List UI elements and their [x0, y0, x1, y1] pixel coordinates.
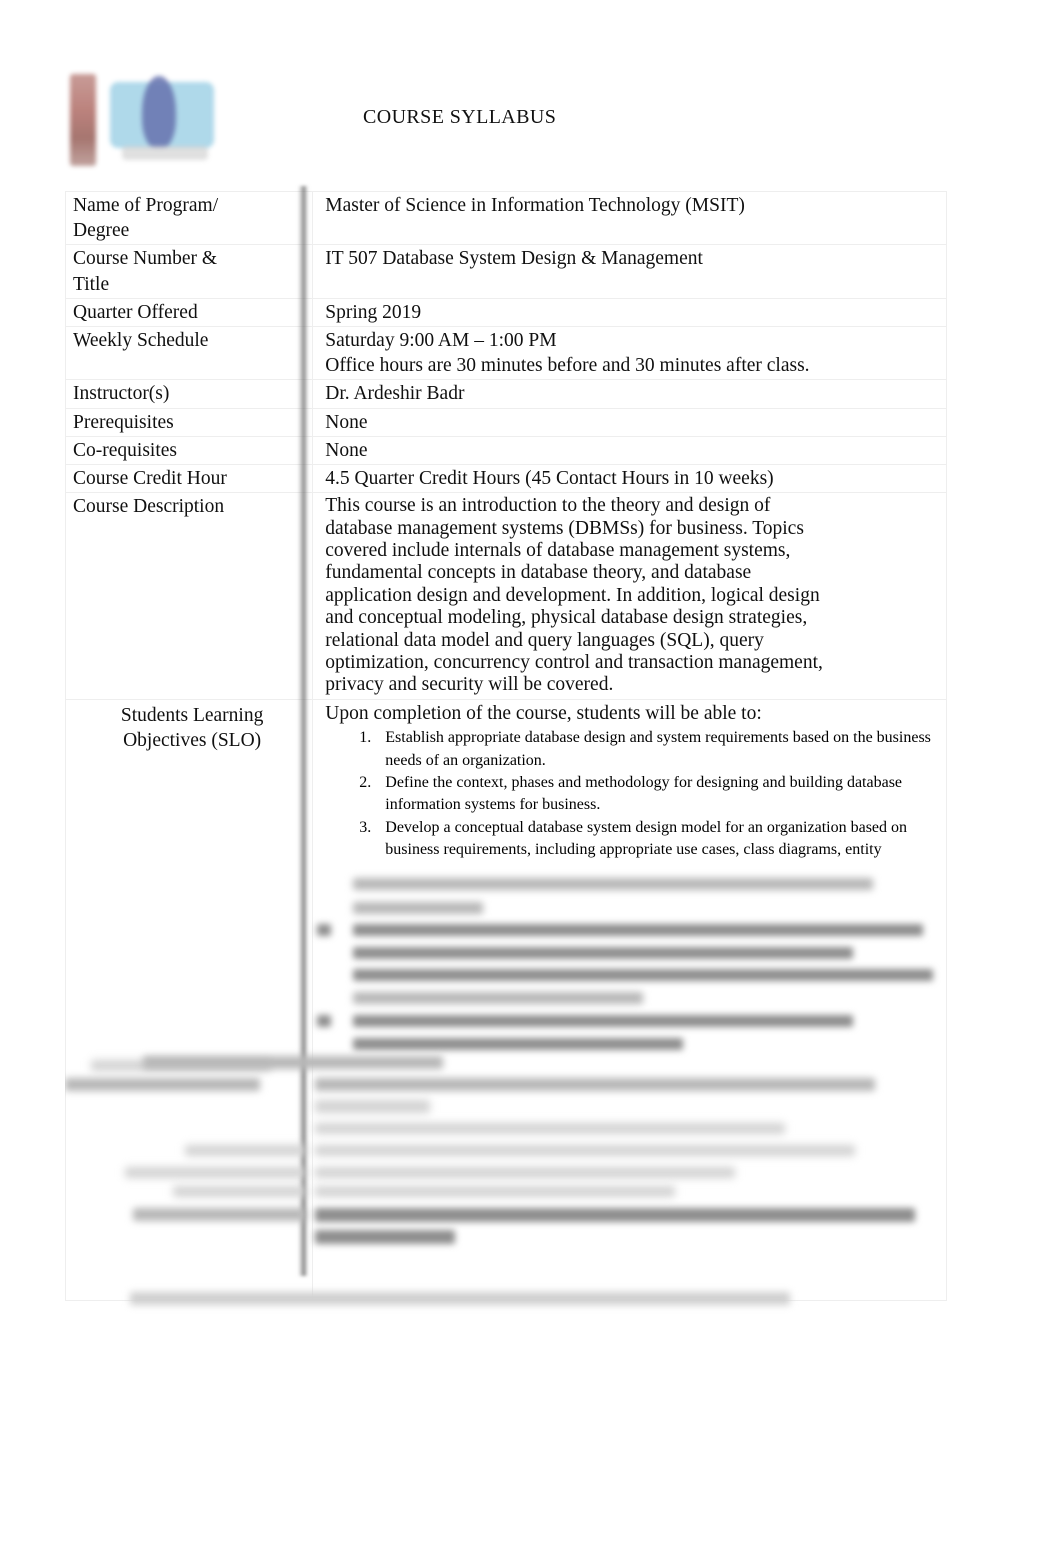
row-value-cell-program: Master of Science in Information Technol…: [312, 190, 947, 246]
row-label-program-line1: Name of Program/: [73, 195, 219, 216]
table-row: Quarter Offered Spring 2019: [64, 297, 947, 328]
table-row: Course Description This course is an int…: [64, 492, 947, 700]
document-header: COURSE SYLLABUS: [0, 0, 1062, 185]
table-row: Prerequisites None: [64, 407, 947, 437]
footer-note-blurred: [130, 1292, 790, 1305]
row-value-course-number: IT 507 Database System Design & Manageme…: [325, 248, 703, 270]
row-value-cell-slo: Upon completion of the course, students …: [312, 698, 947, 1301]
row-value-cell-corequisites: None: [312, 435, 947, 466]
row-label-cell-quarter: Quarter Offered: [64, 297, 314, 328]
row-value-cell-schedule: Saturday 9:00 AM – 1:00 PM Office hours …: [312, 326, 947, 381]
logo-blob-c-shape: [122, 146, 208, 160]
row-value-credit-hour: 4.5 Quarter Credit Hours (45 Contact Hou…: [325, 468, 774, 490]
list-item: Establish appropriate database design an…: [375, 727, 946, 772]
table-row: Course Credit Hour 4.5 Quarter Credit Ho…: [64, 464, 947, 494]
row-label-slo-line1: Students Learning: [120, 704, 264, 726]
row-label-cell-prerequisites: Prerequisites: [64, 407, 314, 437]
row-label-prerequisites: Prerequisites: [73, 411, 174, 433]
row-value-quarter: Spring 2019: [325, 301, 422, 323]
row-label-cell-slo: Students Learning Objectives (SLO): [64, 698, 314, 1301]
row-label-cell-instructor: Instructor(s): [64, 379, 314, 409]
list-item: Define the context, phases and methodolo…: [375, 772, 946, 817]
row-label-cell-description: Course Description: [64, 492, 314, 700]
row-label-credit-hour: Course Credit Hour: [73, 468, 227, 490]
logo-blob-b-shape: [142, 76, 176, 148]
table-row: Course Number & Title IT 507 Database Sy…: [64, 244, 947, 299]
row-value-cell-course-number: IT 507 Database System Design & Manageme…: [312, 244, 947, 299]
document-page: COURSE SYLLABUS Name of Program/ Degree …: [0, 0, 1062, 1556]
row-value-cell-prerequisites: None: [312, 407, 947, 437]
slo-intro: Upon completion of the course, students …: [325, 702, 762, 724]
row-value-cell-quarter: Spring 2019: [312, 297, 947, 328]
row-value-corequisites: None: [325, 439, 368, 461]
row-label-program-line2: Degree: [73, 220, 130, 242]
row-label-cell-program: Name of Program/ Degree: [64, 190, 314, 246]
row-label-cell-course-number: Course Number & Title: [64, 244, 314, 299]
row-label-slo-line2: Objectives (SLO): [123, 730, 262, 752]
row-label-course-number-line1: Course Number &: [73, 248, 218, 270]
row-value-program: Master of Science in Information Technol…: [325, 195, 745, 216]
table-row-slo: Students Learning Objectives (SLO) Upon …: [64, 698, 947, 1301]
institution-logo-icon: [62, 68, 232, 168]
table-row: Instructor(s) Dr. Ardeshir Badr: [64, 379, 947, 409]
row-label-instructor: Instructor(s): [73, 383, 170, 405]
table-row: Name of Program/ Degree Master of Scienc…: [64, 190, 947, 246]
row-value-cell-description: This course is an introduction to the th…: [312, 492, 947, 700]
page-title: COURSE SYLLABUS: [363, 106, 557, 128]
row-label-corequisites: Co-requisites: [73, 439, 177, 461]
row-value-cell-credit-hour: 4.5 Quarter Credit Hours (45 Contact Hou…: [312, 464, 947, 494]
row-label-quarter: Quarter Offered: [73, 301, 198, 323]
syllabus-table: Name of Program/ Degree Master of Scienc…: [64, 190, 947, 1301]
row-value-office-hours: Office hours are 30 minutes before and 3…: [325, 355, 810, 377]
slo-list: Establish appropriate database design an…: [313, 727, 946, 861]
row-value-prerequisites: None: [325, 411, 368, 433]
row-value-cell-instructor: Dr. Ardeshir Badr: [312, 379, 947, 409]
row-label-cell-schedule: Weekly Schedule: [64, 326, 314, 381]
row-value-schedule: Saturday 9:00 AM – 1:00 PM: [325, 330, 557, 352]
list-item: Develop a conceptual database system des…: [375, 817, 946, 862]
table-row: Weekly Schedule Saturday 9:00 AM – 1:00 …: [64, 326, 947, 381]
row-label-cell-corequisites: Co-requisites: [64, 435, 314, 466]
row-label-course-number-line2: Title: [73, 273, 110, 295]
row-value-instructor: Dr. Ardeshir Badr: [325, 383, 465, 405]
row-value-description: This course is an introduction to the th…: [325, 495, 823, 696]
table-row: Co-requisites None: [64, 435, 947, 466]
row-label-schedule: Weekly Schedule: [73, 330, 209, 352]
row-label-description: Course Description: [73, 496, 225, 518]
logo-bar-shape: [70, 74, 96, 166]
row-label-cell-credit-hour: Course Credit Hour: [64, 464, 314, 494]
